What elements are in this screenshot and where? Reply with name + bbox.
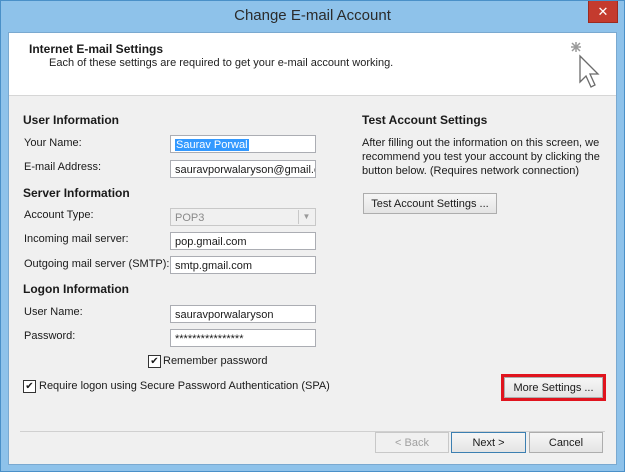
user-name-field[interactable]: sauravporwalaryson [170,305,316,323]
account-type-label: Account Type: [24,209,94,221]
email-address-field[interactable]: sauravporwalaryson@gmail.cc [170,160,316,178]
outgoing-server-label: Outgoing mail server (SMTP): [24,258,170,270]
next-button[interactable]: Next > [451,432,526,453]
more-settings-highlight [501,374,606,401]
cancel-button[interactable]: Cancel [529,432,603,453]
user-information-heading: User Information [23,113,120,127]
chevron-down-icon: ▼ [298,210,314,224]
dialog-header: Internet E-mail Settings Each of these s… [9,33,616,96]
cursor-sparkle-icon [571,42,600,88]
title-bar[interactable]: Change E-mail Account ✕ [1,1,624,32]
test-account-description: After filling out the information on thi… [362,137,600,177]
header-title: Internet E-mail Settings [29,42,164,56]
outgoing-server-field[interactable]: smtp.gmail.com [170,256,316,274]
spa-checkbox[interactable]: ✔ [23,380,36,393]
user-name-label: User Name: [24,306,83,318]
incoming-server-label: Incoming mail server: [24,233,129,245]
remember-password-checkbox[interactable]: ✔ [148,355,161,368]
password-label: Password: [24,330,76,342]
your-name-label: Your Name: [24,137,82,149]
header-subtitle: Each of these settings are required to g… [49,57,394,69]
incoming-server-field[interactable]: pop.gmail.com [170,232,316,250]
account-type-select: POP3 ▼ [170,208,316,226]
server-information-heading: Server Information [23,186,130,200]
remember-password-label: Remember password [163,355,268,367]
logon-information-heading: Logon Information [23,282,129,296]
password-field[interactable]: **************** [170,329,316,347]
spa-label: Require logon using Secure Password Auth… [39,380,330,392]
dialog-window: Change E-mail Account ✕ Internet E-mail … [0,0,625,472]
back-button[interactable]: < Back [375,432,449,453]
close-button[interactable]: ✕ [588,1,618,23]
account-type-value: POP3 [175,212,205,224]
test-account-settings-button[interactable]: Test Account Settings ... [363,193,497,214]
your-name-field[interactable]: Saurav Porwal [170,135,316,153]
dialog-body: Internet E-mail Settings Each of these s… [8,32,617,465]
email-address-label: E-mail Address: [24,161,102,173]
test-account-heading: Test Account Settings [362,113,488,127]
window-title: Change E-mail Account [234,7,391,24]
